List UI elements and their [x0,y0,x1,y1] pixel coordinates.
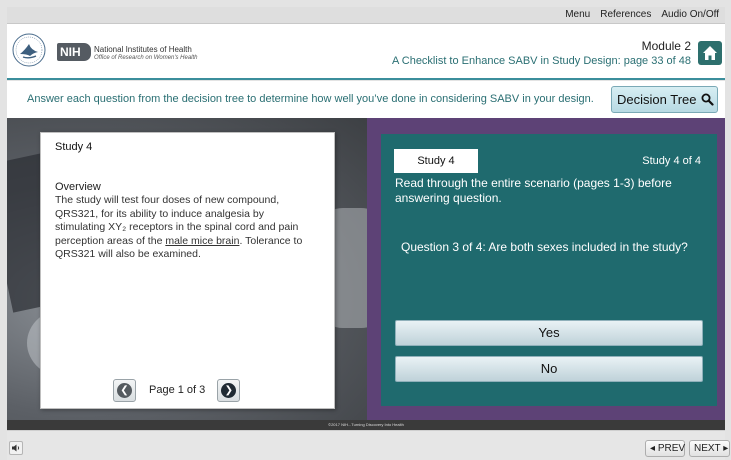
nih-office: Office of Research on Women's Health [94,55,198,61]
search-icon [701,93,715,106]
audio-toggle-link[interactable]: Audio On/Off [661,9,719,20]
overview-heading: Overview [55,181,101,193]
copyright-strip: ©2017 NIH...Turning Discovery Into Healt… [7,420,725,430]
previous-page-button[interactable]: ❮ [113,378,136,402]
page-indicator: Page 1 of 3 [149,384,206,396]
next-page-button[interactable]: ❯ [217,378,241,402]
study-count: Study 4 of 4 [642,155,701,167]
menu-link[interactable]: Menu [565,9,590,20]
audio-button[interactable] [9,441,23,455]
decision-tree-label: Decision Tree [617,92,697,107]
next-button[interactable]: NEXT ▸ [689,440,730,457]
header: NIH National Institutes of Health Office… [7,24,725,80]
caret-right-icon: ▸ [723,443,729,454]
next-label: NEXT [694,443,721,454]
module-label: Module 2 [641,39,691,53]
nih-logo-text: National Institutes of Health Office of … [94,45,198,63]
male-mice-brain-link[interactable]: male mice brain [165,235,239,247]
question-panel: Study 4 Study 4 of 4 Read through the en… [381,134,717,406]
page-title: A Checklist to Enhance SABV in Study Des… [391,55,691,67]
top-menu: Menu References Audio On/Off [565,9,719,20]
overview-body: The study will test four doses of new co… [55,194,305,262]
instruction-bar: Answer each question from the decision t… [7,81,725,118]
chevron-right-icon: ❯ [221,382,237,398]
card-pager: ❮ Page 1 of 3 ❯ [113,378,241,402]
study-tab: Study 4 [394,149,478,173]
caret-left-icon: ◂ [650,443,656,454]
nih-name: National Institutes of Health [94,45,192,54]
home-icon [703,46,717,60]
course-player: Menu References Audio On/Off NIH Nationa… [0,0,731,460]
decision-tree-button[interactable]: Decision Tree [611,86,718,113]
bottom-nav-bar: ◂ PREV NEXT ▸ [7,430,730,460]
home-button[interactable] [698,41,722,65]
study-card-title: Study 4 [55,141,93,153]
chevron-left-icon: ❮ [117,382,132,398]
answer-yes-button[interactable]: Yes [395,320,703,346]
references-link[interactable]: References [600,9,651,20]
scenario-instruction: Read through the entire scenario (pages … [395,176,672,205]
question-frame: Study 4 Study 4 of 4 Read through the en… [367,118,725,420]
answer-no-button[interactable]: No [395,356,703,382]
prev-button[interactable]: ◂ PREV [645,440,685,457]
top-menu-bar: Menu References Audio On/Off [7,7,725,24]
nih-logo-badge: NIH [57,43,91,61]
prev-label: PREV [657,443,686,454]
question-text: Question 3 of 4: Are both sexes included… [401,240,688,254]
module-title-block: Module 2 A Checklist to Enhance SABV in … [392,39,691,67]
hhs-eagle-logo-icon [12,33,46,67]
speaker-icon [11,444,19,452]
instruction-text: Answer each question from the decision t… [27,93,594,105]
study-card: Study 4 Overview The study will test fou… [40,132,335,409]
